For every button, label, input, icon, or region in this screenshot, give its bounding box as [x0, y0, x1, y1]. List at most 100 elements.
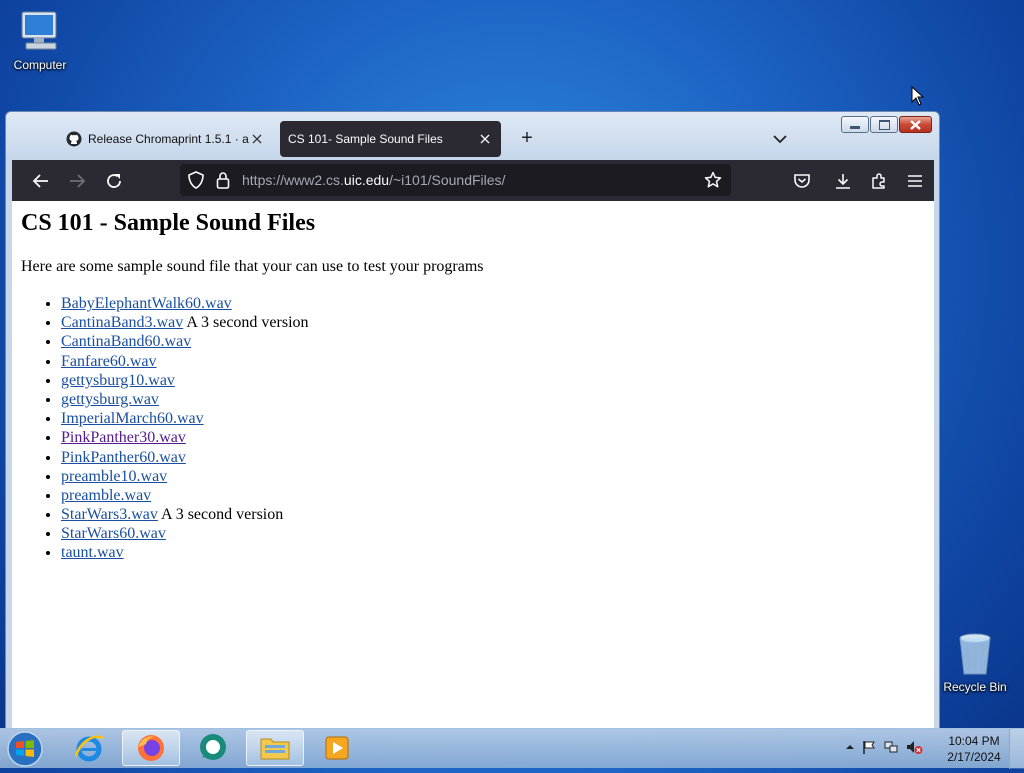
bookmark-button[interactable]	[700, 167, 726, 193]
list-item: gettysburg10.wav	[61, 371, 309, 390]
start-button[interactable]	[4, 730, 46, 768]
download-icon	[836, 174, 850, 189]
sound-file-link[interactable]: preamble10.wav	[61, 468, 167, 485]
list-item: PinkPanther30.wav	[61, 428, 309, 447]
sound-file-link[interactable]: preamble.wav	[61, 487, 151, 504]
lock-icon	[216, 172, 230, 189]
list-item: gettysburg.wav	[61, 390, 309, 409]
github-icon	[66, 131, 82, 147]
sound-file-link[interactable]: Fanfare60.wav	[61, 353, 157, 370]
list-item: Fanfare60.wav	[61, 352, 309, 371]
file-note: A 3 second version	[161, 506, 284, 524]
list-item: BabyElephantWalk60.wav	[61, 294, 309, 313]
url-domain: uic.edu	[343, 172, 390, 188]
list-item: preamble.wav	[61, 486, 309, 505]
new-tab-button[interactable]: +	[517, 128, 537, 149]
pocket-icon	[794, 174, 810, 188]
taskbar-media-player[interactable]	[308, 730, 366, 766]
tab-title: Release Chromaprint 1.5.1 · aco	[88, 132, 249, 146]
chat-bubble-icon	[200, 734, 226, 760]
close-window-button[interactable]	[899, 116, 932, 133]
sound-file-link[interactable]: BabyElephantWalk60.wav	[61, 295, 232, 312]
list-item: ImperialMarch60.wav	[61, 409, 309, 428]
chevron-down-icon	[773, 135, 787, 144]
show-desktop-button[interactable]	[1009, 729, 1024, 769]
url-path: /~i101/SoundFiles/	[389, 172, 506, 188]
taskbar-file-explorer[interactable]	[246, 730, 304, 766]
extensions-button[interactable]	[866, 168, 892, 194]
sound-file-link[interactable]: gettysburg.wav	[61, 391, 159, 408]
sound-file-link[interactable]: ImperialMarch60.wav	[61, 410, 204, 427]
sound-file-link[interactable]: StarWars3.wav	[61, 506, 158, 523]
list-item: CantinaBand3.wav A 3 second version	[61, 313, 309, 332]
browser-window: Release Chromaprint 1.5.1 · aco CS 101- …	[5, 111, 940, 729]
list-item: preamble10.wav	[61, 467, 309, 486]
list-all-tabs-button[interactable]	[770, 129, 790, 149]
close-tab-button[interactable]	[249, 131, 265, 147]
arrow-left-icon	[32, 174, 48, 188]
close-tab-button[interactable]	[477, 131, 493, 147]
taskbar: 10:04 PM 2/17/2024	[0, 728, 1024, 769]
list-item: StarWars60.wav	[61, 524, 309, 543]
desktop-icon-computer[interactable]: Computer	[0, 8, 80, 72]
windows-logo-icon	[7, 731, 43, 767]
desktop-icon-label: Recycle Bin	[943, 680, 1007, 694]
media-player-icon	[325, 736, 349, 760]
network-icon[interactable]	[883, 739, 899, 755]
clock-time: 10:04 PM	[948, 734, 1000, 748]
minimize-icon	[850, 125, 860, 129]
show-hidden-icons-icon[interactable]	[845, 742, 855, 752]
minimize-button[interactable]	[841, 116, 869, 133]
sound-file-link[interactable]: gettysburg10.wav	[61, 372, 175, 389]
url-text[interactable]: https://www2.cs.uic.edu/~i101/SoundFiles…	[242, 172, 505, 188]
mouse-cursor-icon	[911, 86, 925, 106]
desktop-icon-label: Computer	[13, 58, 67, 72]
taskbar-internet-explorer[interactable]	[60, 730, 118, 766]
puzzle-piece-icon	[872, 173, 885, 189]
tab-chromaprint-release[interactable]: Release Chromaprint 1.5.1 · aco	[58, 121, 273, 157]
sound-file-link[interactable]: StarWars60.wav	[61, 525, 166, 542]
taskbar-firefox[interactable]	[122, 730, 180, 766]
downloads-button[interactable]	[830, 168, 856, 194]
action-center-flag-icon[interactable]	[861, 739, 877, 755]
window-controls	[841, 116, 932, 133]
tab-title: CS 101- Sample Sound Files	[288, 132, 443, 146]
taskbar-chat-app[interactable]	[184, 730, 242, 766]
sound-file-link[interactable]: CantinaBand60.wav	[61, 333, 191, 350]
computer-icon	[16, 8, 64, 56]
internet-explorer-icon	[74, 735, 104, 762]
list-item: StarWars3.wav A 3 second version	[61, 505, 309, 524]
system-clock[interactable]: 10:04 PM 2/17/2024	[940, 733, 1008, 765]
firefox-icon	[138, 735, 164, 761]
tab-cs101-sound-files[interactable]: CS 101- Sample Sound Files	[280, 121, 501, 157]
close-icon	[910, 119, 921, 130]
site-info-button[interactable]	[210, 167, 236, 193]
desktop-icon-recycle-bin[interactable]: Recycle Bin	[935, 630, 1015, 694]
back-button[interactable]	[28, 168, 54, 194]
navigation-toolbar: https://www2.cs.uic.edu/~i101/SoundFiles…	[12, 160, 934, 201]
list-item: PinkPanther60.wav	[61, 448, 309, 467]
arrow-right-icon	[70, 174, 86, 188]
page-content: CS 101 - Sample Sound Files Here are som…	[12, 201, 934, 728]
forward-button[interactable]	[64, 168, 90, 194]
reload-icon	[107, 174, 121, 188]
sound-file-link[interactable]: CantinaBand3.wav	[61, 314, 183, 331]
intro-text: Here are some sample sound file that you…	[21, 258, 484, 275]
pocket-button[interactable]	[789, 168, 815, 194]
volume-muted-icon[interactable]	[905, 739, 923, 755]
sound-file-list: BabyElephantWalk60.wavCantinaBand3.wav A…	[21, 294, 309, 563]
reload-button[interactable]	[101, 168, 127, 194]
sound-file-link[interactable]: taunt.wav	[61, 544, 124, 561]
sound-file-link[interactable]: PinkPanther30.wav	[61, 429, 186, 446]
close-icon	[480, 134, 490, 144]
sound-file-link[interactable]: PinkPanther60.wav	[61, 449, 186, 466]
close-icon	[252, 134, 262, 144]
restore-icon	[878, 119, 890, 130]
maximize-button[interactable]	[870, 116, 898, 133]
address-bar[interactable]: https://www2.cs.uic.edu/~i101/SoundFiles…	[180, 164, 731, 196]
clock-date: 2/17/2024	[947, 750, 1001, 764]
hamburger-menu-icon	[908, 175, 922, 187]
app-menu-button[interactable]	[902, 168, 928, 194]
tracking-protection-button[interactable]	[183, 167, 209, 193]
list-item: CantinaBand60.wav	[61, 332, 309, 351]
